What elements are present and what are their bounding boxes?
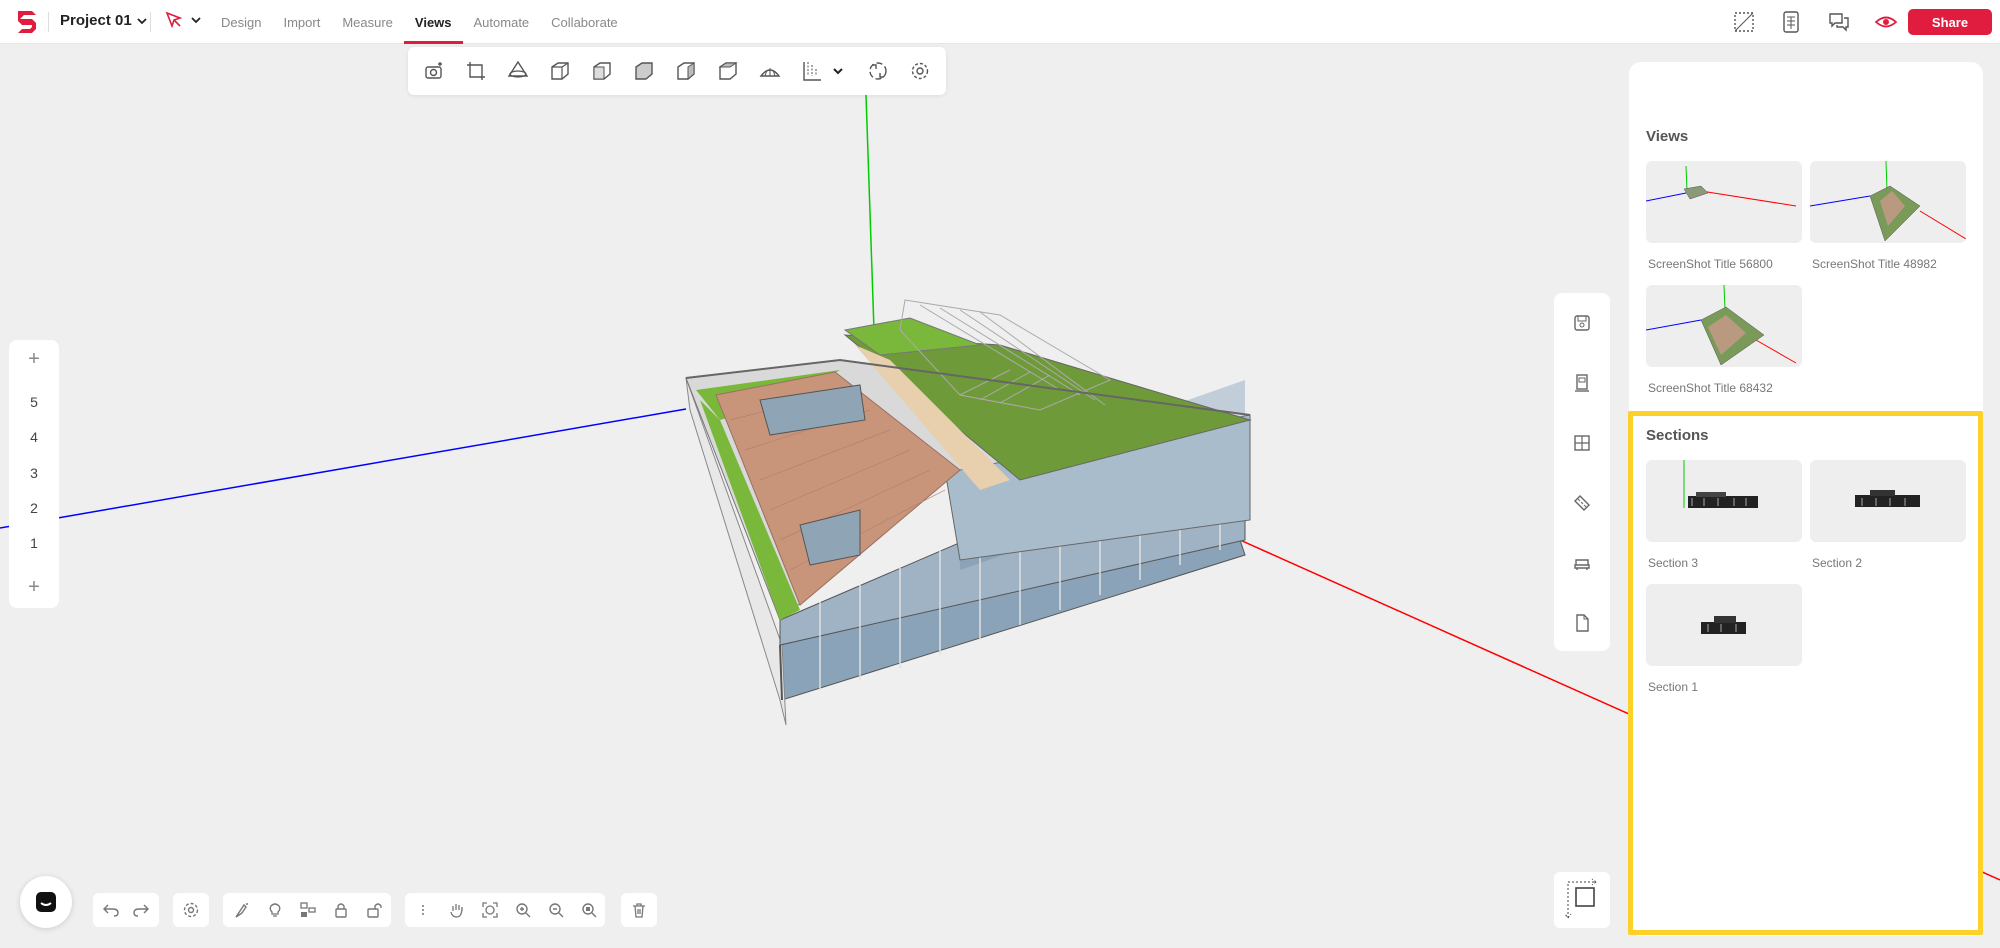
cube-side-icon[interactable] bbox=[632, 59, 656, 83]
nav-import[interactable]: Import bbox=[272, 0, 331, 44]
unlock-icon[interactable] bbox=[364, 900, 384, 920]
cube-top-icon[interactable] bbox=[716, 59, 740, 83]
level-4[interactable]: 4 bbox=[9, 422, 59, 452]
chevron-down-icon bbox=[191, 17, 201, 24]
chevron-down-icon bbox=[137, 17, 147, 24]
resize-icon bbox=[1564, 878, 1598, 920]
light-icon[interactable] bbox=[265, 900, 285, 920]
more-icon[interactable] bbox=[413, 900, 433, 920]
settings-toolbar bbox=[173, 893, 209, 927]
y-axis bbox=[0, 408, 687, 529]
view-thumbnail[interactable] bbox=[1646, 285, 1802, 367]
history-toolbar bbox=[93, 893, 159, 927]
camera-icon[interactable] bbox=[422, 59, 446, 83]
zoom-select-icon[interactable] bbox=[579, 900, 599, 920]
cube-back-icon[interactable] bbox=[674, 59, 698, 83]
paint-icon[interactable] bbox=[231, 900, 251, 920]
undo-icon[interactable] bbox=[101, 900, 121, 920]
sheet-layout-icon[interactable] bbox=[1731, 9, 1757, 35]
crop-icon[interactable] bbox=[464, 59, 488, 83]
chat-icon bbox=[36, 892, 56, 912]
share-button[interactable]: Share bbox=[1908, 9, 1992, 35]
delete-toolbar bbox=[621, 893, 657, 927]
spreadsheet-icon[interactable] bbox=[1778, 9, 1804, 35]
view-thumbnail[interactable] bbox=[1646, 161, 1802, 243]
edit-toolbar bbox=[223, 893, 391, 927]
level-2[interactable]: 2 bbox=[9, 493, 59, 523]
nav-measure[interactable]: Measure bbox=[331, 0, 404, 44]
settings-icon[interactable] bbox=[181, 900, 201, 920]
perspective-icon[interactable] bbox=[506, 59, 530, 83]
divider bbox=[48, 12, 49, 32]
view-label: ScreenShot Title 48982 bbox=[1812, 257, 1937, 271]
select-tool-dropdown[interactable] bbox=[164, 10, 202, 30]
levels-bar: + 5 4 3 2 1 + bbox=[9, 340, 59, 608]
zoom-in-icon[interactable] bbox=[513, 900, 533, 920]
view-label: ScreenShot Title 56800 bbox=[1648, 257, 1773, 271]
project-selector[interactable]: Project 01 bbox=[60, 12, 148, 29]
z-axis bbox=[865, 94, 875, 331]
comments-icon[interactable] bbox=[1826, 9, 1852, 35]
hierarchy-icon[interactable] bbox=[298, 900, 318, 920]
orbit-icon[interactable] bbox=[866, 59, 890, 83]
viewport-resize-button[interactable] bbox=[1554, 872, 1610, 928]
redo-icon[interactable] bbox=[131, 900, 151, 920]
trash-icon[interactable] bbox=[629, 900, 649, 920]
nav-collaborate[interactable]: Collaborate bbox=[540, 0, 629, 44]
eye-icon[interactable] bbox=[1873, 9, 1899, 35]
side-toolbar bbox=[1554, 293, 1610, 651]
cube-iso-icon[interactable] bbox=[548, 59, 572, 83]
view-label: ScreenShot Title 68432 bbox=[1648, 381, 1773, 395]
sections-highlight bbox=[1628, 411, 1983, 935]
chat-button[interactable] bbox=[20, 876, 72, 928]
cursor-icon bbox=[165, 11, 183, 29]
level-5[interactable]: 5 bbox=[9, 387, 59, 417]
save-view-icon[interactable] bbox=[1570, 311, 1594, 335]
building-model[interactable] bbox=[685, 299, 1252, 726]
zoom-out-icon[interactable] bbox=[546, 900, 566, 920]
views-toolbar bbox=[408, 47, 946, 95]
ruler-icon[interactable] bbox=[1570, 491, 1594, 515]
grid-icon[interactable] bbox=[1570, 431, 1594, 455]
top-bar: Project 01 Design Import Measure Views A… bbox=[0, 0, 2000, 44]
add-level-bottom-button[interactable]: + bbox=[9, 572, 59, 602]
furniture-icon[interactable] bbox=[1570, 551, 1594, 575]
project-name: Project 01 bbox=[60, 12, 132, 29]
fit-icon[interactable] bbox=[480, 900, 500, 920]
views-title: Views bbox=[1646, 128, 1689, 145]
nav-automate[interactable]: Automate bbox=[463, 0, 541, 44]
pan-icon[interactable] bbox=[447, 900, 467, 920]
section-icon[interactable] bbox=[1570, 371, 1594, 395]
add-level-top-button[interactable]: + bbox=[9, 344, 59, 374]
level-1[interactable]: 1 bbox=[9, 528, 59, 558]
elevation-icon[interactable] bbox=[800, 59, 824, 83]
document-icon[interactable] bbox=[1570, 611, 1594, 635]
view-navigation-toolbar bbox=[405, 893, 605, 927]
lock-icon[interactable] bbox=[331, 900, 351, 920]
settings-icon[interactable] bbox=[908, 59, 932, 83]
nav-design[interactable]: Design bbox=[210, 0, 272, 44]
view-thumbnail[interactable] bbox=[1810, 161, 1966, 243]
app-logo[interactable] bbox=[14, 7, 40, 37]
level-3[interactable]: 3 bbox=[9, 458, 59, 488]
plan-icon[interactable] bbox=[758, 59, 782, 83]
divider bbox=[150, 12, 151, 32]
main-nav: Design Import Measure Views Automate Col… bbox=[210, 0, 629, 44]
cube-front-icon[interactable] bbox=[590, 59, 614, 83]
chevron-down-icon[interactable] bbox=[826, 59, 850, 83]
nav-views[interactable]: Views bbox=[403, 0, 463, 44]
